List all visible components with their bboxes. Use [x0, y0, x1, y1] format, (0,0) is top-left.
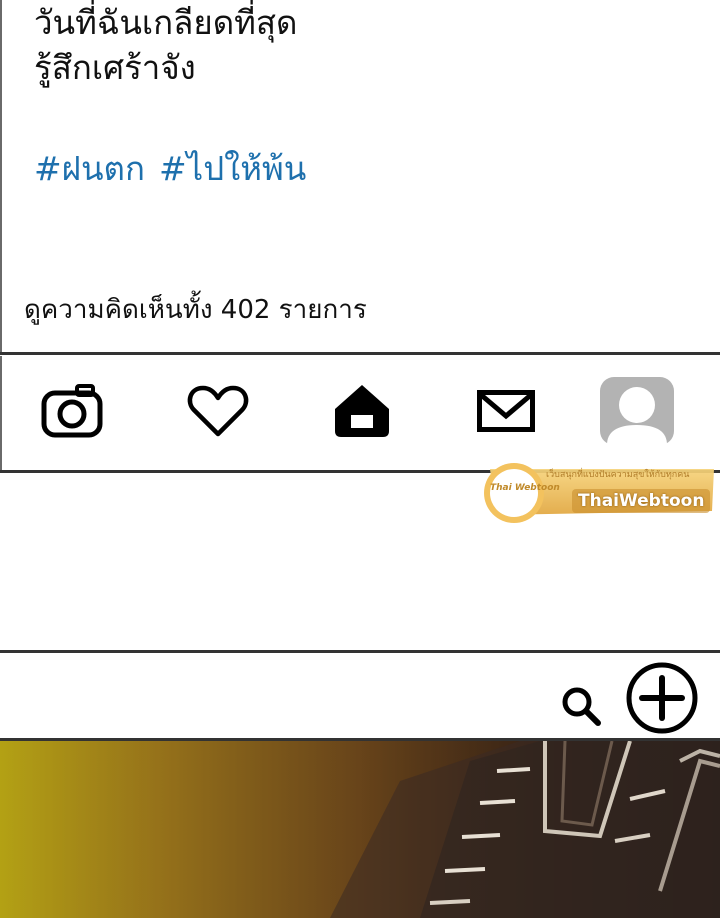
- hashtag-go-away[interactable]: #ไปให้พ้น: [159, 149, 306, 188]
- bottom-nav-bar: [0, 356, 720, 470]
- mail-icon: [477, 390, 535, 432]
- search-icon: [562, 687, 601, 726]
- nav-profile-button[interactable]: [587, 356, 687, 466]
- add-button[interactable]: [625, 661, 699, 739]
- view-comments-link[interactable]: ดูความคิดเห็นทั้ง 402 รายการ: [24, 290, 367, 330]
- post-card: วันที่ฉันเกลียดที่สุด รู้สึกเศร้าจัง #ฝน…: [0, 0, 720, 354]
- nav-messages-button[interactable]: [456, 356, 556, 466]
- nav-camera-button[interactable]: [22, 356, 122, 466]
- profile-avatar-icon: [600, 377, 674, 445]
- camera-icon: [41, 384, 103, 438]
- nav-home-button[interactable]: [312, 356, 412, 466]
- hashtag-list: #ฝนตก #ไปให้พ้น: [34, 146, 320, 191]
- add-circle-icon: [626, 662, 698, 734]
- nav-likes-button[interactable]: [168, 356, 268, 466]
- divider-top: [0, 352, 720, 355]
- watermark-tagline: เว็บสนุกที่แบ่งปันความสุขให้กับทุกคน: [546, 470, 690, 480]
- toolbar: [0, 653, 720, 739]
- heart-icon: [187, 385, 249, 437]
- watermark-logo-text: Thai Webtoon: [490, 483, 560, 493]
- watermark-brand: ThaiWebtoon: [578, 491, 705, 511]
- search-button[interactable]: [560, 685, 602, 731]
- scene-image: [0, 741, 720, 918]
- post-caption: วันที่ฉันเกลียดที่สุด รู้สึกเศร้าจัง: [34, 0, 297, 90]
- hashtag-rain[interactable]: #ฝนตก: [34, 149, 145, 188]
- thaiwebtoon-watermark: Thai Webtoon เว็บสนุกที่แบ่งปันความสุขให…: [476, 461, 718, 525]
- home-icon: [335, 385, 389, 437]
- car-interior-illustration: [0, 741, 720, 918]
- caption-line-2: รู้สึกเศร้าจัง: [34, 48, 196, 87]
- caption-line-1: วันที่ฉันเกลียดที่สุด: [34, 3, 298, 42]
